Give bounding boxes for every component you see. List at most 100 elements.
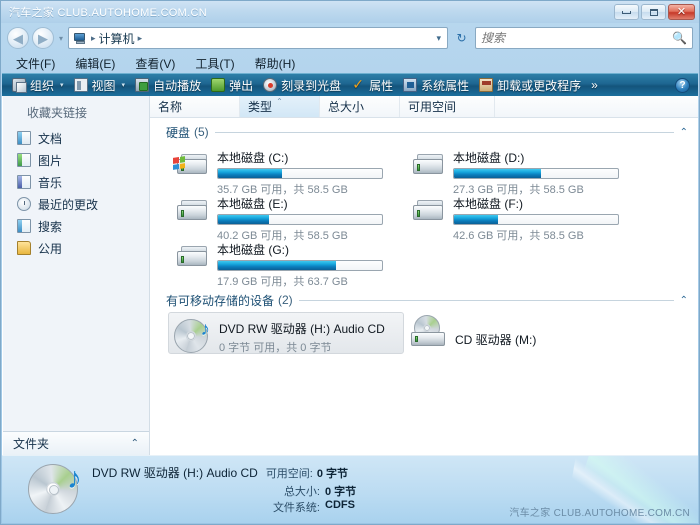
- menu-tools[interactable]: 工具(T): [192, 54, 237, 73]
- close-button[interactable]: ✕: [668, 4, 695, 20]
- sidebar-item-documents[interactable]: 文档: [3, 127, 149, 149]
- chevron-up-icon[interactable]: ⌃: [680, 127, 688, 138]
- sidebar-item-music[interactable]: 音乐: [3, 171, 149, 193]
- history-dropdown-icon[interactable]: ▾: [57, 34, 65, 43]
- drive-tile-h-audio-cd[interactable]: ♪ DVD RW 驱动器 (H:) Audio CD 0 字节 可用，共 0 字…: [168, 312, 404, 354]
- drive-tile-d[interactable]: 本地磁盘 (D:) 27.3 GB 可用，共 58.5 GB: [404, 144, 640, 196]
- audio-cd-icon: ♪: [173, 317, 213, 355]
- menu-file[interactable]: 文件(F): [13, 54, 58, 73]
- sidebar-item-public[interactable]: 公用: [3, 237, 149, 259]
- maximize-icon: [649, 8, 658, 16]
- search-input[interactable]: [481, 31, 673, 45]
- breadcrumb-separator[interactable]: ▸: [137, 33, 144, 44]
- drive-name: 本地磁盘 (E:): [217, 197, 288, 211]
- pictures-icon: [17, 153, 31, 167]
- search-box[interactable]: 🔍: [475, 27, 693, 49]
- group-name: 有可移动存储的设备: [166, 293, 275, 308]
- group-divider: [298, 299, 674, 301]
- sidebar-item-searches[interactable]: 搜索: [3, 215, 149, 237]
- drive-name: 本地磁盘 (D:): [453, 151, 525, 165]
- navigation-pane: 收藏夹链接 文档 图片 音乐 最近的更改 搜索 公用 文件夹 ⌃: [3, 96, 150, 455]
- drive-name: CD 驱动器 (M:): [455, 332, 537, 347]
- group-header[interactable]: 硬盘 (5) ⌃: [154, 124, 698, 140]
- column-headers: 名称 ⌃ 类型 总大小 可用空间: [150, 96, 698, 118]
- breadcrumb-separator-root[interactable]: ▸: [90, 33, 97, 44]
- group-divider: [214, 131, 674, 133]
- drive-icon: [409, 151, 447, 185]
- capacity-bar: [453, 214, 619, 225]
- burn-to-disc-button[interactable]: 刻录到光盘: [259, 76, 345, 95]
- drive-icon: [173, 197, 211, 231]
- menu-bar: 文件(F) 编辑(E) 查看(V) 工具(T) 帮助(H): [1, 53, 699, 73]
- column-header-type[interactable]: ⌃ 类型: [240, 96, 320, 117]
- properties-button[interactable]: ✓ 属性: [347, 76, 397, 95]
- search-icon[interactable]: 🔍: [672, 31, 687, 45]
- filesystem-value: CDFS: [325, 499, 355, 511]
- column-header-name[interactable]: 名称: [150, 96, 240, 117]
- menu-view[interactable]: 查看(V): [132, 54, 178, 73]
- sidebar-item-pictures[interactable]: 图片: [3, 149, 149, 171]
- drive-tile-m-cd[interactable]: CD 驱动器 (M:): [404, 312, 640, 354]
- system-properties-button[interactable]: 系统属性: [399, 76, 473, 95]
- chevron-down-icon[interactable]: ▾: [436, 33, 443, 44]
- menu-help[interactable]: 帮助(H): [252, 54, 299, 73]
- computer-icon: [73, 32, 88, 45]
- toolbar-overflow-button[interactable]: »: [587, 78, 602, 92]
- burn-label: 刻录到光盘: [281, 78, 342, 93]
- details-text: DVD RW 驱动器 (H:) Audio CD 可用空间: 0 字节 总大小:…: [92, 464, 356, 515]
- cd-drive-icon: [409, 314, 449, 353]
- command-toolbar: 组织 ▾ 视图 ▾ 自动播放 弹出 刻录到光盘 ✓ 属性 系统属性 卸载或更改程…: [2, 73, 698, 96]
- items-view: 硬盘 (5) ⌃ 本地磁盘 (C:) 35.7 GB 可用，共 58.5 GB …: [150, 118, 698, 455]
- help-icon[interactable]: ?: [675, 78, 690, 93]
- drive-icon: [409, 197, 447, 231]
- organize-button[interactable]: 组织 ▾: [8, 76, 68, 95]
- chevron-down-icon: ▾: [60, 82, 64, 89]
- column-label: 类型: [248, 100, 273, 114]
- back-button[interactable]: ◀: [7, 27, 29, 49]
- autoplay-label: 自动播放: [153, 78, 202, 93]
- column-header-free-space[interactable]: 可用空间: [400, 96, 495, 117]
- sort-ascending-icon: ⌃: [276, 97, 283, 106]
- sidebar-item-recently-changed[interactable]: 最近的更改: [3, 193, 149, 215]
- forward-button[interactable]: ▶: [32, 27, 54, 49]
- menu-edit[interactable]: 编辑(E): [72, 54, 118, 73]
- folders-label: 文件夹: [13, 437, 50, 451]
- group-header[interactable]: 有可移动存储的设备 (2) ⌃: [154, 292, 698, 308]
- column-header-total-size[interactable]: 总大小: [320, 96, 400, 117]
- recent-changes-icon: [17, 197, 31, 211]
- capacity-bar: [217, 214, 383, 225]
- views-button[interactable]: 视图 ▾: [70, 76, 130, 95]
- drive-tile-e[interactable]: 本地磁盘 (E:) 40.2 GB 可用，共 58.5 GB: [168, 190, 404, 242]
- public-folder-icon: [17, 241, 31, 255]
- window-body: 收藏夹链接 文档 图片 音乐 最近的更改 搜索 公用 文件夹 ⌃ 名称 ⌃ 类型…: [2, 96, 698, 455]
- column-header-filler[interactable]: [495, 96, 698, 117]
- uninstall-label: 卸载或更改程序: [497, 78, 582, 93]
- system-properties-label: 系统属性: [421, 78, 470, 93]
- column-label: 可用空间: [408, 100, 457, 114]
- column-label: 名称: [158, 100, 183, 114]
- folders-expander[interactable]: 文件夹 ⌃: [3, 431, 149, 455]
- details-title: DVD RW 驱动器 (H:) Audio CD: [92, 466, 258, 480]
- breadcrumb-item-computer[interactable]: 计算机: [99, 30, 135, 47]
- group-items: ♪ DVD RW 驱动器 (H:) Audio CD 0 字节 可用，共 0 字…: [154, 308, 698, 354]
- uninstall-program-button[interactable]: 卸载或更改程序: [475, 76, 585, 95]
- drive-tile-g[interactable]: 本地磁盘 (G:) 17.9 GB 可用，共 63.7 GB: [168, 236, 404, 288]
- eject-icon: [211, 78, 226, 92]
- autoplay-button[interactable]: 自动播放: [131, 76, 205, 95]
- checkmark-icon: ✓: [352, 76, 364, 92]
- chevron-up-icon[interactable]: ⌃: [680, 295, 688, 306]
- minimize-icon: [622, 10, 631, 14]
- drive-tile-f[interactable]: 本地磁盘 (F:) 42.6 GB 可用，共 58.5 GB: [404, 190, 640, 242]
- eject-button[interactable]: 弹出: [207, 76, 257, 95]
- minimize-button[interactable]: [614, 4, 639, 20]
- maximize-button[interactable]: [641, 4, 666, 20]
- favorite-links-header: 收藏夹链接: [27, 106, 88, 120]
- system-drive-icon: [173, 151, 211, 185]
- drive-tile-c[interactable]: 本地磁盘 (C:) 35.7 GB 可用，共 58.5 GB: [168, 144, 404, 196]
- documents-icon: [17, 131, 31, 145]
- drive-capacity-text: 0 字节 可用，共 0 字节: [219, 342, 332, 354]
- chevron-up-icon: ⌃: [130, 438, 139, 449]
- breadcrumb[interactable]: ▸ 计算机 ▸ ▾: [68, 27, 448, 49]
- capacity-fill: [218, 169, 282, 178]
- refresh-button[interactable]: ↻: [451, 27, 472, 49]
